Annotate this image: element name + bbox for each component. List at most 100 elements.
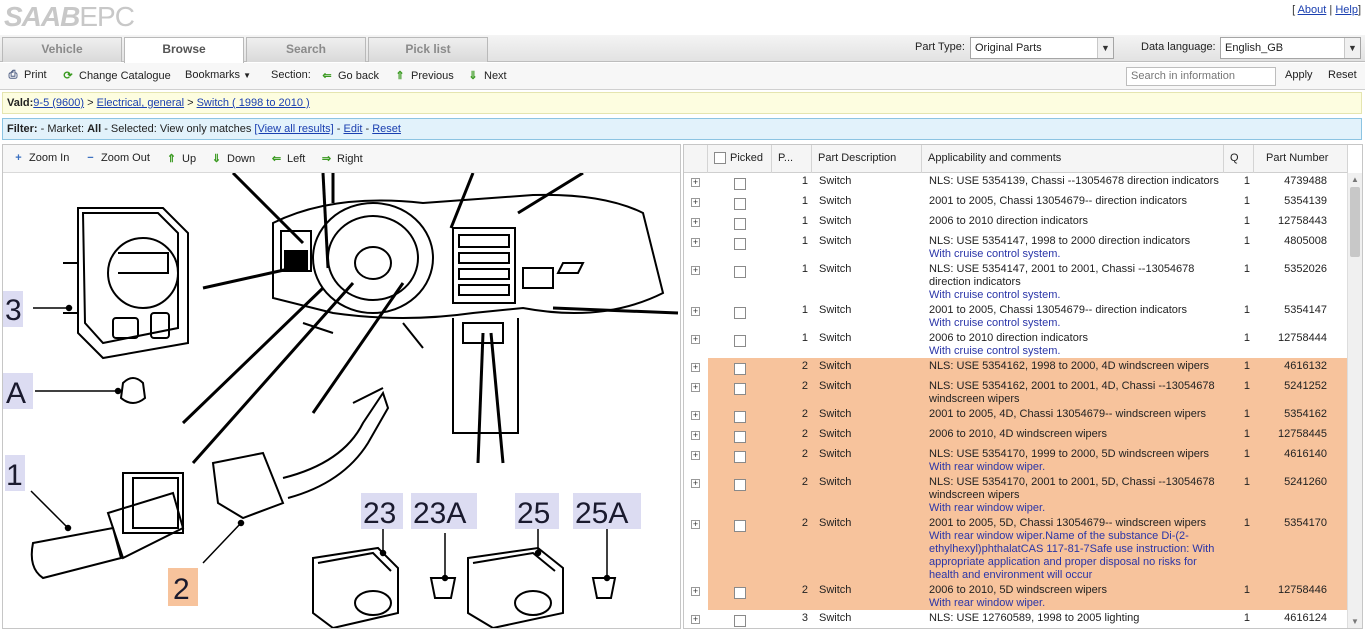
table-row[interactable]: +2 Switch NLS: USE 5354170, 1999 to 2000, … [684,446,1348,474]
callout-25a[interactable]: 25A [575,497,628,530]
expand-row-icon[interactable]: + [691,520,700,529]
pan-right-button[interactable]: ⇒ Right [319,152,363,165]
quantity-column-header[interactable]: Q [1224,145,1254,173]
table-row[interactable]: +2 Switch 2001 to 2005, 5D, Chassi 1305467… [684,515,1348,582]
table-row[interactable]: +1 Switch 2006 to 2010 direction indicator… [684,213,1348,233]
callout-3[interactable]: 3 [5,294,22,327]
picked-checkbox[interactable] [734,218,746,230]
help-link[interactable]: Help [1335,4,1358,16]
expand-row-icon[interactable]: + [691,431,700,440]
table-row[interactable]: +2 Switch NLS: USE 5354162, 2001 to 2001, … [684,378,1348,406]
scroll-up-icon[interactable]: ▲ [1348,175,1362,184]
picked-checkbox[interactable] [734,520,746,532]
zoom-in-button[interactable]: + Zoom In [11,152,69,164]
select-all-checkbox[interactable] [714,152,726,164]
table-row[interactable]: +3 Switch NLS: USE 12760589, 1998 to 2005 … [684,610,1348,628]
expand-row-icon[interactable]: + [691,335,700,344]
callout-2[interactable]: 2 [173,573,190,606]
change-catalogue-button[interactable]: ⟳ Change Catalogue [61,69,170,82]
table-row[interactable]: +2 Switch NLS: USE 5354170, 2001 to 2001, … [684,474,1348,515]
picked-checkbox[interactable] [734,451,746,463]
table-row[interactable]: +2 Switch 2006 to 2010, 5D windscreen wipe… [684,582,1348,610]
expand-row-icon[interactable]: + [691,383,700,392]
print-button[interactable]: ⎙ Print [6,69,47,82]
breadcrumb-group[interactable]: Electrical, general [97,97,184,109]
table-row[interactable]: +2 Switch 2006 to 2010, 4D windscreen wipe… [684,426,1348,446]
callout-23[interactable]: 23 [363,497,396,530]
position-column-header[interactable]: P... [772,145,812,173]
breadcrumb-model[interactable]: 9-5 (9600) [33,97,84,109]
zoom-out-button[interactable]: − Zoom Out [83,152,150,164]
tab-pick-list[interactable]: Pick list [368,37,488,62]
expand-row-icon[interactable]: + [691,411,700,420]
apply-button[interactable]: Apply [1285,69,1313,81]
reset-button[interactable]: Reset [1328,69,1357,81]
about-link[interactable]: About [1298,4,1327,16]
row-part-description: Switch [819,360,852,372]
pan-up-button[interactable]: ⇑ Up [164,152,196,165]
callout-25[interactable]: 25 [517,497,550,530]
picked-checkbox[interactable] [734,479,746,491]
part-23-drawing [312,546,399,628]
go-back-button[interactable]: ⇐ Go back [320,69,379,82]
pan-down-button[interactable]: ⇓ Down [209,152,255,165]
picked-checkbox[interactable] [734,238,746,250]
expand-row-icon[interactable]: + [691,178,700,187]
bookmarks-menu[interactable]: Bookmarks ▼ [185,69,251,81]
table-row[interactable]: +1 Switch NLS: USE 5354147, 1998 to 2000 d… [684,233,1348,261]
picked-checkbox[interactable] [734,411,746,423]
picked-checkbox[interactable] [734,307,746,319]
expand-row-icon[interactable]: + [691,307,700,316]
callout-1[interactable]: 1 [6,459,23,492]
expand-row-icon[interactable]: + [691,218,700,227]
picked-checkbox[interactable] [734,198,746,210]
scroll-down-icon[interactable]: ▼ [1348,617,1362,626]
filter-edit-link[interactable]: Edit [343,123,362,135]
part-type-select[interactable]: Original Parts ▼ [970,37,1114,59]
arrow-up-icon: ⇑ [166,153,177,165]
picked-checkbox[interactable] [734,587,746,599]
view-all-results-link[interactable]: [View all results] [254,123,333,135]
tab-vehicle[interactable]: Vehicle [2,37,122,62]
callout-a[interactable]: A [6,377,26,410]
table-row[interactable]: +1 Switch 2006 to 2010 direction indicator… [684,330,1348,358]
part-number-column-header[interactable]: Part Number [1254,145,1348,173]
parts-diagram[interactable]: 3 A 1 2 23 23A 25 25A [3,173,680,628]
tab-browse[interactable]: Browse [124,37,244,63]
expand-row-icon[interactable]: + [691,587,700,596]
callout-23a[interactable]: 23A [413,497,466,530]
picked-checkbox[interactable] [734,615,746,627]
pan-left-button[interactable]: ⇐ Left [269,152,305,165]
table-row[interactable]: +1 Switch NLS: USE 5354139, Chassi --13054… [684,173,1348,193]
next-button[interactable]: ⇓ Next [466,69,506,82]
breadcrumb-section[interactable]: Switch ( 1998 to 2010 ) [197,97,310,109]
applicability-column-header[interactable]: Applicability and comments [922,145,1224,173]
data-language-select[interactable]: English_GB ▼ [1220,37,1361,59]
expand-row-icon[interactable]: + [691,451,700,460]
picked-column-header[interactable]: Picked [708,145,772,173]
expand-row-icon[interactable]: + [691,615,700,624]
expand-row-icon[interactable]: + [691,238,700,247]
table-row[interactable]: +1 Switch 2001 to 2005, Chassi 13054679-- … [684,193,1348,213]
expand-row-icon[interactable]: + [691,198,700,207]
picked-checkbox[interactable] [734,266,746,278]
table-row[interactable]: +1 Switch NLS: USE 5354147, 2001 to 2001, … [684,261,1348,302]
table-row[interactable]: +1 Switch 2001 to 2005, Chassi 13054679-- … [684,302,1348,330]
scrollbar-thumb[interactable] [1350,187,1360,257]
picked-checkbox[interactable] [734,363,746,375]
table-row[interactable]: +2 Switch 2001 to 2005, 4D, Chassi 1305467… [684,406,1348,426]
tab-search[interactable]: Search [246,37,366,62]
part-description-column-header[interactable]: Part Description [812,145,922,173]
picked-checkbox[interactable] [734,178,746,190]
filter-reset-link[interactable]: Reset [372,123,401,135]
expand-row-icon[interactable]: + [691,363,700,372]
search-info-input[interactable]: Search in information [1126,67,1276,86]
previous-button[interactable]: ⇑ Previous [393,69,453,82]
expand-row-icon[interactable]: + [691,266,700,275]
picked-checkbox[interactable] [734,335,746,347]
table-scrollbar[interactable]: ▲ ▼ [1347,173,1362,628]
picked-checkbox[interactable] [734,431,746,443]
picked-checkbox[interactable] [734,383,746,395]
expand-row-icon[interactable]: + [691,479,700,488]
table-row[interactable]: +2 Switch NLS: USE 5354162, 1998 to 2000, … [684,358,1348,378]
